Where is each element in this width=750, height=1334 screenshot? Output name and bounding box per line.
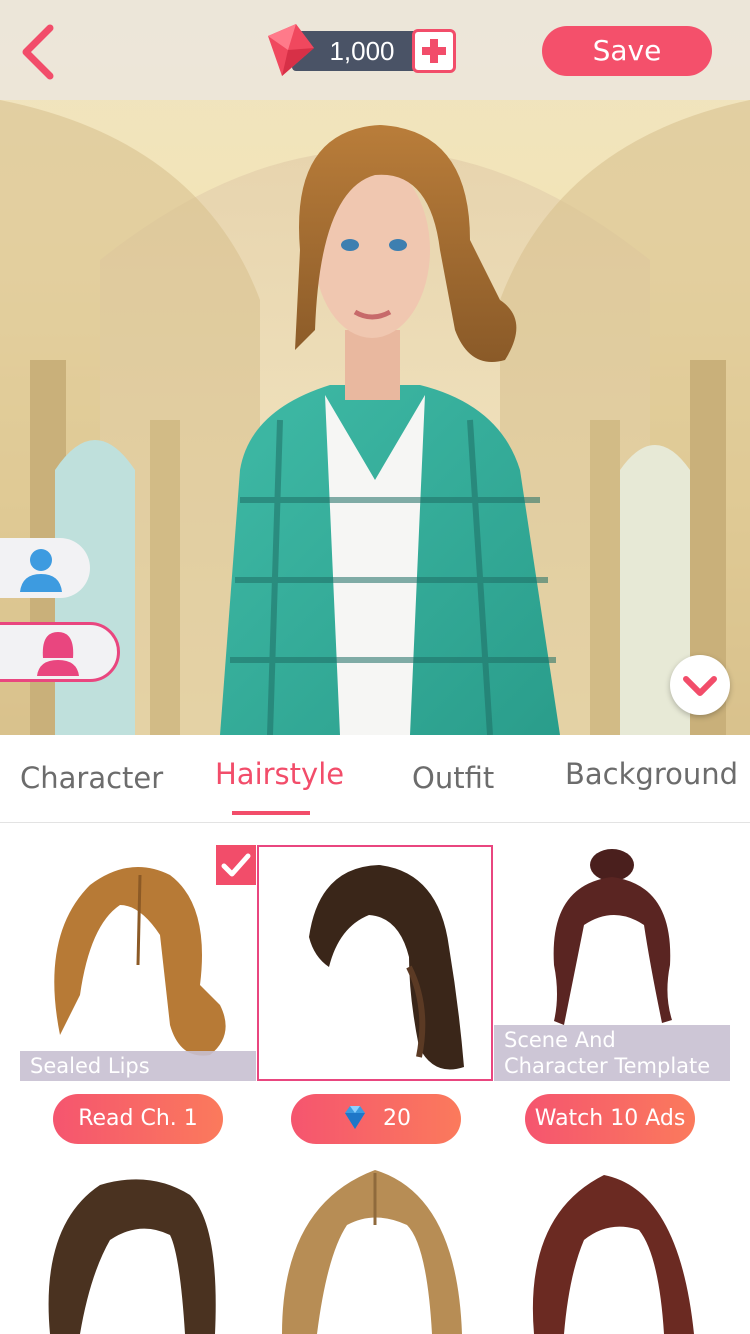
hairstyle-card-updo[interactable]: Scene And Character Template bbox=[494, 845, 730, 1081]
plus-icon bbox=[422, 39, 446, 63]
hairstyle-caption: Sealed Lips bbox=[20, 1051, 256, 1081]
watch-ads-button[interactable]: Watch 10 Ads bbox=[525, 1094, 695, 1144]
read-chapter-button[interactable]: Read Ch. 1 bbox=[53, 1094, 223, 1144]
tab-character[interactable]: Character bbox=[20, 761, 163, 795]
diamond-icon bbox=[345, 1106, 365, 1129]
hairstyle-card-wavy-brunette[interactable] bbox=[257, 845, 493, 1081]
diamond-price: 20 bbox=[383, 1106, 411, 1131]
gem-counter: 1,000 bbox=[262, 22, 458, 78]
hairstyle-card-long-blonde[interactable] bbox=[257, 1165, 493, 1334]
hairstyle-image bbox=[282, 1170, 462, 1334]
gem-icon bbox=[268, 24, 314, 76]
character-preview: 1,000 Save bbox=[0, 0, 750, 735]
save-button[interactable]: Save bbox=[542, 26, 712, 76]
character-illustration bbox=[0, 100, 750, 735]
chevron-down-icon bbox=[683, 676, 717, 696]
back-button[interactable] bbox=[18, 22, 62, 82]
tab-hairstyle[interactable]: Hairstyle bbox=[215, 757, 344, 791]
category-tabs: Character Hairstyle Outfit Background bbox=[0, 735, 750, 823]
hairstyle-card-long-brunette[interactable] bbox=[20, 1165, 256, 1334]
hairstyle-image bbox=[309, 865, 464, 1070]
checkmark-icon bbox=[221, 853, 251, 877]
collapse-preview-button[interactable] bbox=[670, 655, 730, 715]
hairstyle-caption: Scene And Character Template bbox=[494, 1025, 730, 1081]
person-icon bbox=[20, 549, 62, 592]
equipped-badge bbox=[216, 845, 256, 885]
hairstyle-view-toggle[interactable] bbox=[0, 622, 120, 682]
tab-outfit[interactable]: Outfit bbox=[412, 761, 494, 795]
chevron-left-icon bbox=[22, 24, 54, 80]
hairstyle-image bbox=[48, 1179, 216, 1334]
tab-background[interactable]: Background bbox=[565, 757, 738, 791]
woman-icon bbox=[37, 632, 79, 676]
hairstyle-card-auburn[interactable] bbox=[494, 1165, 730, 1334]
character-view-toggle[interactable] bbox=[0, 538, 90, 598]
buy-with-diamonds-button[interactable]: 20 bbox=[291, 1094, 461, 1144]
hairstyle-image bbox=[532, 1175, 694, 1334]
active-tab-indicator bbox=[232, 811, 310, 815]
add-gems-button[interactable] bbox=[412, 29, 456, 73]
